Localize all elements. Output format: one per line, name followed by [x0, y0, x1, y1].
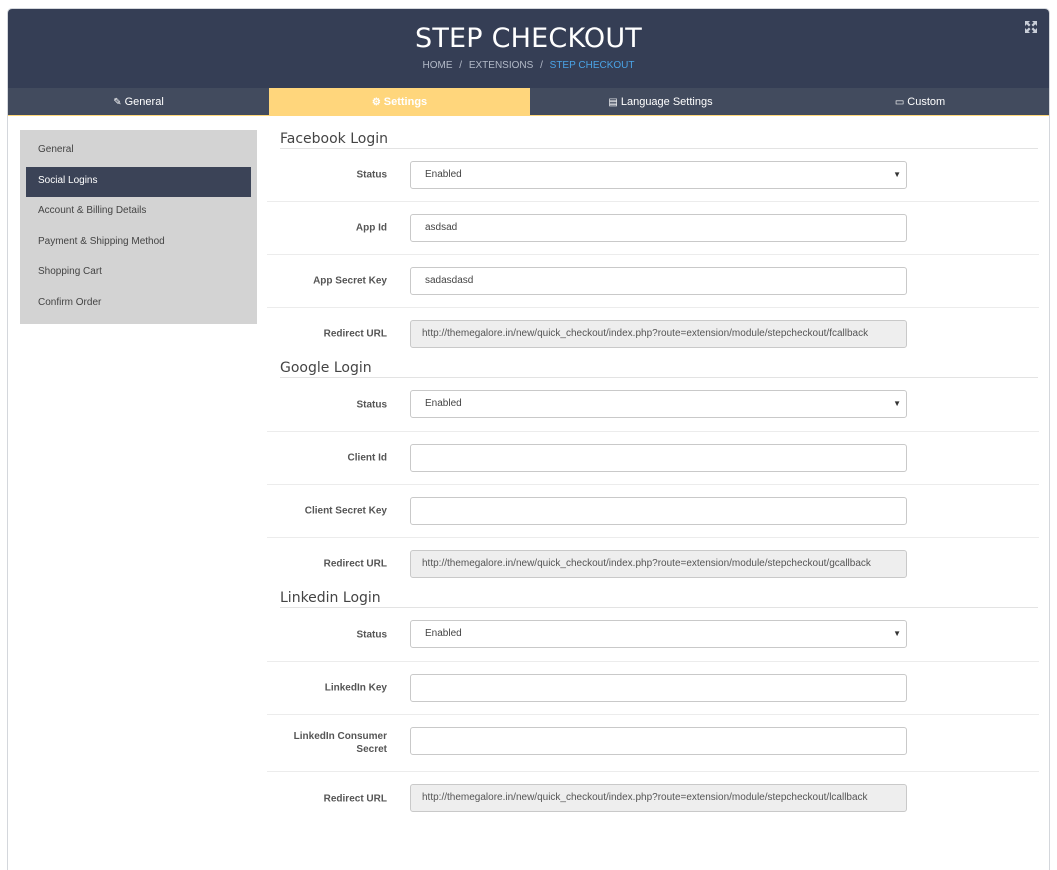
field-label: App Id: [355, 222, 387, 234]
settings-sidebar: General Social Logins Account & Billing …: [20, 130, 257, 324]
tab-bar: ✎ General ⚙ Settings ▤ Language Settings ▭ C…: [8, 88, 1049, 116]
breadcrumb-separator: /: [540, 60, 543, 71]
tab-label: Settings: [383, 96, 428, 108]
facebook-redirect-row: Redirect URL http://themegalore.in/new/q…: [267, 308, 1039, 359]
field-label: LinkedIn Consumer Secret: [293, 731, 387, 755]
monitor-icon: ▭: [894, 97, 905, 108]
select-value: Enabled: [425, 398, 462, 409]
tab-settings[interactable]: ⚙ Settings: [269, 88, 530, 116]
caret-down-icon: ▼: [893, 399, 901, 408]
breadcrumb-separator: /: [459, 60, 463, 71]
google-status-select[interactable]: Enabled ▼: [410, 390, 907, 418]
facebook-app-id-row: App Id asdsad: [267, 202, 1039, 255]
linkedin-secret-row: LinkedIn Consumer Secret: [267, 715, 1039, 772]
language-icon: ▤: [608, 97, 618, 108]
field-label: Redirect URL: [323, 328, 387, 339]
tab-label: Custom: [907, 96, 946, 108]
step-checkout-panel: STEP CHECKOUT HOME / EXTENSIONS / STEP C…: [7, 8, 1050, 870]
tab-custom[interactable]: ▭ Custom: [791, 88, 1049, 116]
sidebar-item-shopping-cart[interactable]: Shopping Cart: [26, 258, 251, 289]
field-label: Status: [356, 629, 387, 640]
tab-label: Language Settings: [620, 96, 713, 108]
field-label: Redirect URL: [323, 793, 387, 804]
google-redirect-row: Redirect URL http://themegalore.in/new/q…: [267, 538, 1039, 589]
linkedin-redirect-url-field[interactable]: http://themegalore.in/new/quick_checkout…: [410, 784, 907, 812]
field-label: App Secret Key: [313, 275, 387, 287]
tab-general[interactable]: ✎ General: [8, 88, 269, 116]
social-logins-form: Facebook Login Status Enabled ▼ App Id a…: [267, 130, 1039, 825]
select-value: Enabled: [425, 628, 462, 639]
field-label: Client Id: [347, 452, 387, 464]
sidebar-item-account-billing[interactable]: Account & Billing Details: [26, 197, 251, 228]
field-label: Client Secret Key: [304, 505, 387, 517]
expand-arrows-icon[interactable]: [1024, 20, 1038, 34]
page-title: STEP CHECKOUT: [415, 23, 642, 54]
tab-language-settings[interactable]: ▤ Language Settings: [530, 88, 791, 116]
linkedin-section-title: Linkedin Login: [280, 589, 1038, 608]
field-label: LinkedIn Key: [324, 682, 387, 694]
gear-icon: ⚙: [371, 97, 381, 108]
caret-down-icon: ▼: [893, 629, 901, 638]
edit-icon: ✎: [113, 97, 122, 108]
linkedin-key-row: LinkedIn Key: [267, 662, 1039, 715]
sidebar-item-payment-shipping[interactable]: Payment & Shipping Method: [26, 228, 251, 259]
facebook-app-id-input[interactable]: asdsad: [410, 214, 907, 242]
breadcrumb-current[interactable]: STEP CHECKOUT: [550, 60, 635, 71]
page-header: STEP CHECKOUT HOME / EXTENSIONS / STEP C…: [8, 9, 1049, 88]
linkedin-redirect-row: Redirect URL http://themegalore.in/new/q…: [267, 772, 1039, 825]
sidebar-item-general[interactable]: General: [26, 136, 251, 167]
select-value: Enabled: [425, 169, 462, 180]
facebook-status-select[interactable]: Enabled ▼: [410, 161, 907, 189]
breadcrumb-extensions[interactable]: EXTENSIONS: [469, 60, 533, 71]
field-label: Redirect URL: [323, 558, 387, 569]
google-client-secret-input[interactable]: [410, 497, 907, 525]
google-client-id-row: Client Id: [267, 432, 1039, 485]
sidebar-item-confirm-order[interactable]: Confirm Order: [26, 289, 251, 320]
caret-down-icon: ▼: [893, 170, 901, 179]
sidebar-item-social-logins[interactable]: Social Logins: [26, 166, 251, 197]
linkedin-status-select[interactable]: Enabled ▼: [410, 620, 907, 648]
field-label: Status: [356, 399, 387, 410]
linkedin-status-row: Status Enabled ▼: [267, 608, 1039, 662]
tab-label: General: [124, 96, 164, 108]
google-section-title: Google Login: [280, 359, 1038, 378]
facebook-section-title: Facebook Login: [280, 130, 1038, 149]
google-secret-row: Client Secret Key: [267, 485, 1039, 538]
google-redirect-url-field[interactable]: http://themegalore.in/new/quick_checkout…: [410, 550, 907, 578]
google-client-id-input[interactable]: [410, 444, 907, 472]
linkedin-key-input[interactable]: [410, 674, 907, 702]
facebook-redirect-url-field[interactable]: http://themegalore.in/new/quick_checkout…: [410, 320, 907, 348]
facebook-app-secret-input[interactable]: sadasdasd: [410, 267, 907, 295]
linkedin-consumer-secret-input[interactable]: [410, 727, 907, 755]
field-label: Status: [356, 169, 387, 181]
google-status-row: Status Enabled ▼: [267, 378, 1039, 432]
breadcrumb-home[interactable]: HOME: [423, 60, 453, 71]
facebook-status-row: Status Enabled ▼: [267, 149, 1039, 202]
breadcrumb: HOME / EXTENSIONS / STEP CHECKOUT: [8, 60, 1049, 71]
facebook-secret-row: App Secret Key sadasdasd: [267, 255, 1039, 308]
